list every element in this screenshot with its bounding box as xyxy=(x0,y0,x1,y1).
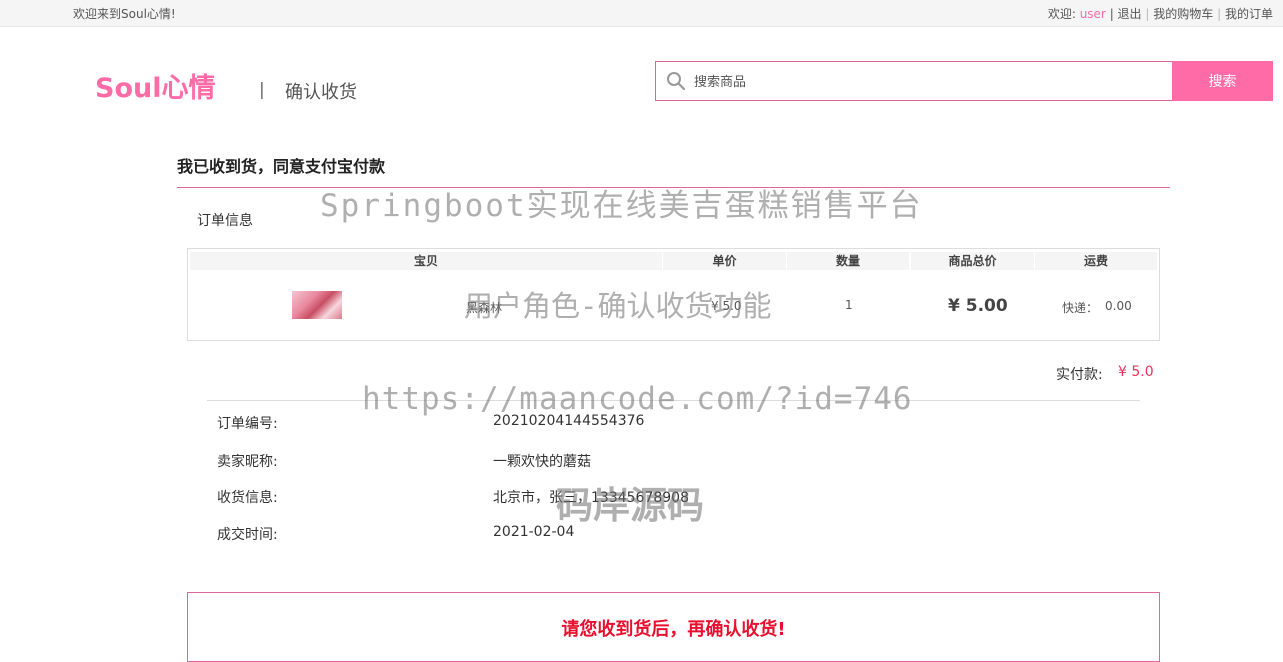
order-info-heading: 订单信息 xyxy=(197,213,253,229)
page-title: 确认收货 xyxy=(285,82,357,103)
product-name[interactable]: 黑森林 xyxy=(466,299,502,316)
payment-amount: ¥ 5.0 xyxy=(1118,364,1154,380)
shipping-info-value: 北京市，张三，13345678908 xyxy=(493,490,689,506)
confirm-receipt-message: 请您收到货后，再确认收货! xyxy=(561,619,786,640)
header-divider: | xyxy=(259,80,265,100)
top-links: 欢迎: user | 退出 | 我的购物车 | 我的订单 xyxy=(1048,5,1273,22)
greeting-text: 欢迎: xyxy=(1047,7,1076,21)
item-total: ¥ 5.00 xyxy=(948,296,1008,316)
confirm-receipt-box: 请您收到货后，再确认收货! xyxy=(187,592,1160,662)
seller-label: 卖家昵称: xyxy=(217,454,278,470)
column-header-item: 宝贝 xyxy=(190,252,662,270)
column-header-total: 商品总价 xyxy=(911,252,1034,270)
quantity-value: 1 xyxy=(845,298,853,312)
unit-price: ¥ 5.0 xyxy=(711,299,742,313)
site-logo[interactable]: Soul心情 xyxy=(95,66,215,105)
search-input[interactable] xyxy=(692,70,1156,94)
product-image[interactable] xyxy=(292,291,342,319)
watermark-url: https://maancode.com/?id=746 xyxy=(362,381,913,417)
logout-link[interactable]: | 退出 xyxy=(1110,7,1142,21)
payment-label: 实付款: xyxy=(1056,367,1103,383)
section-divider xyxy=(177,187,1170,188)
welcome-text: 欢迎来到Soul心情! xyxy=(73,7,176,21)
details-divider xyxy=(207,400,1140,401)
top-bar: 欢迎来到Soul心情! 欢迎: user | 退出 | 我的购物车 | 我的订单 xyxy=(0,0,1283,27)
order-number-value: 20210204144554376 xyxy=(493,413,645,429)
username-link[interactable]: user xyxy=(1080,7,1106,21)
column-header-quantity: 数量 xyxy=(787,252,909,270)
separator: | xyxy=(1217,7,1222,21)
section-title: 我已收到货，同意支付宝付款 xyxy=(177,157,386,176)
orders-link[interactable]: 我的订单 xyxy=(1225,7,1273,21)
shipping-value: 0.00 xyxy=(1105,299,1132,313)
search-box xyxy=(655,61,1173,101)
search-button[interactable]: 搜索 xyxy=(1172,61,1273,101)
separator: | xyxy=(1145,7,1150,21)
shipping-label: 快递： xyxy=(1062,301,1099,315)
deal-time-value: 2021-02-04 xyxy=(493,524,575,540)
search-icon xyxy=(667,72,686,91)
order-number-label: 订单编号: xyxy=(217,416,278,432)
cart-link[interactable]: 我的购物车 xyxy=(1153,7,1213,21)
seller-value: 一颗欢快的蘑菇 xyxy=(493,454,591,470)
column-header-shipping: 运费 xyxy=(1035,252,1157,270)
order-items-table: 宝贝 单价 数量 商品总价 运费 黑森林 ¥ 5.0 1 ¥ 5.00 快递： … xyxy=(187,248,1160,341)
shipping-info-label: 收货信息: xyxy=(217,490,278,506)
deal-time-label: 成交时间: xyxy=(217,527,278,543)
column-header-price: 单价 xyxy=(663,252,786,270)
